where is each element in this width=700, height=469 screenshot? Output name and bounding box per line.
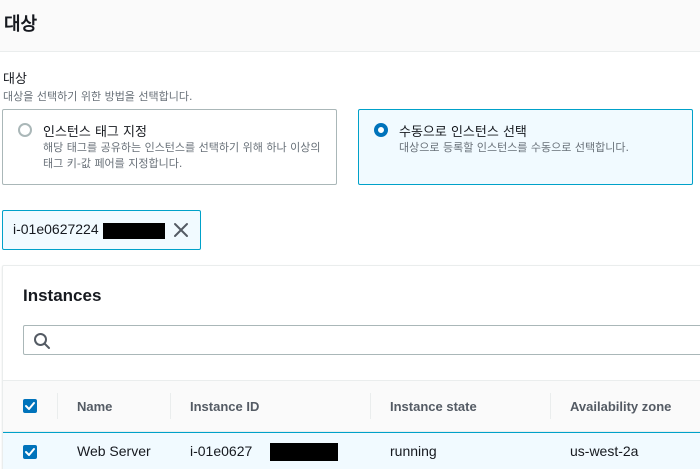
instances-panel: Instances Name Instance ID Instance stat… <box>2 265 700 469</box>
table-header: Name Instance ID Instance state Availabi… <box>3 380 700 432</box>
close-icon[interactable] <box>171 219 191 241</box>
cell-name: Web Server <box>77 443 151 459</box>
column-header-instance-id[interactable]: Instance ID <box>190 399 259 414</box>
select-all-checkbox[interactable] <box>23 399 37 413</box>
redaction-bar <box>103 223 165 239</box>
option-manual-instances[interactable]: 수동으로 인스턴스 선택 대상으로 등록할 인스턴스를 수동으로 선택합니다. <box>358 109 693 185</box>
section-header: 대상 <box>0 0 700 52</box>
radio-tag-instances[interactable] <box>18 123 32 137</box>
search-input[interactable] <box>58 330 658 350</box>
column-divider <box>370 393 371 419</box>
column-header-availability-zone[interactable]: Availability zone <box>570 399 671 414</box>
instance-search <box>23 325 700 355</box>
redaction-bar <box>270 443 338 461</box>
token-text: i-01e0627224 <box>13 221 99 237</box>
option-tag-instances-description: 해당 태그를 공유하는 인스턴스를 선택하기 위해 하나 이상의 태그 키-값 … <box>43 141 321 170</box>
row-checkbox[interactable] <box>23 445 37 459</box>
option-manual-instances-label: 수동으로 인스턴스 선택 <box>399 125 527 140</box>
target-field-description: 대상을 선택하기 위한 방법을 선택합니다. <box>3 90 193 103</box>
column-divider <box>550 393 551 419</box>
column-header-instance-state[interactable]: Instance state <box>390 399 477 414</box>
column-header-name[interactable]: Name <box>77 399 112 414</box>
option-tag-instances-label: 인스턴스 태그 지정 <box>43 125 147 140</box>
section-title: 대상 <box>4 14 38 35</box>
table-row[interactable]: Web Server i-01e0627 running us-west-2a <box>3 432 700 469</box>
target-field-label: 대상 <box>3 72 27 87</box>
option-manual-instances-description: 대상으로 등록할 인스턴스를 수동으로 선택합니다. <box>399 141 630 154</box>
instances-title: Instances <box>23 286 102 305</box>
search-icon <box>33 332 51 350</box>
cell-instance-id: i-01e0627 <box>190 443 253 459</box>
column-divider <box>57 393 58 419</box>
selected-instance-token: i-01e0627224 <box>2 210 201 250</box>
option-tag-instances[interactable]: 인스턴스 태그 지정 해당 태그를 공유하는 인스턴스를 선택하기 위해 하나 … <box>2 109 337 185</box>
column-divider <box>170 393 171 419</box>
cell-instance-state: running <box>390 443 437 459</box>
radio-manual-instances[interactable] <box>374 123 388 137</box>
cell-availability-zone: us-west-2a <box>570 443 639 459</box>
